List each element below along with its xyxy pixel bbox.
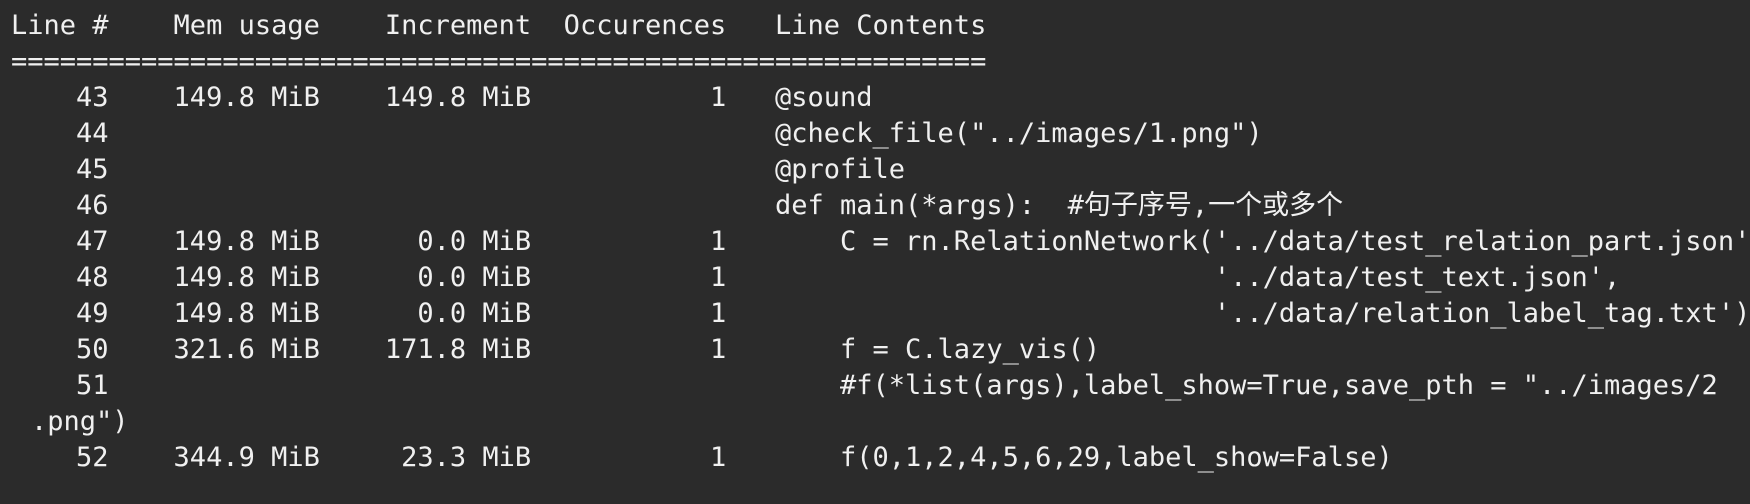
table-row-47: 47 149.8 MiB 0.0 MiB 1 C = rn.RelationNe… bbox=[11, 226, 1750, 257]
header-columns: Line # Mem usage Increment Occurences Li… bbox=[11, 10, 987, 41]
table-row-43: 43 149.8 MiB 149.8 MiB 1 @sound bbox=[11, 82, 873, 113]
table-row-49: 49 149.8 MiB 0.0 MiB 1 '../data/relation… bbox=[11, 298, 1750, 329]
table-row-51: 51 #f(*list(args),label_show=True,save_p… bbox=[11, 370, 1718, 401]
table-row-44: 44 @check_file("../images/1.png") bbox=[11, 118, 1263, 149]
table-row-51-wrapped: .png") bbox=[31, 406, 129, 437]
table-row-45: 45 @profile bbox=[11, 154, 906, 185]
header-separator: ========================================… bbox=[11, 46, 987, 77]
table-row-52: 52 344.9 MiB 23.3 MiB 1 f(0,1,2,4,5,6,29… bbox=[11, 442, 1393, 473]
table-row-50: 50 321.6 MiB 171.8 MiB 1 f = C.lazy_vis(… bbox=[11, 334, 1101, 365]
table-row-46: 46 def main(*args): #句子序号,一个或多个 bbox=[11, 190, 1344, 221]
table-row-48: 48 149.8 MiB 0.0 MiB 1 '../data/test_tex… bbox=[11, 262, 1621, 293]
profiler-output-console: Line # Mem usage Increment Occurences Li… bbox=[0, 0, 1750, 504]
